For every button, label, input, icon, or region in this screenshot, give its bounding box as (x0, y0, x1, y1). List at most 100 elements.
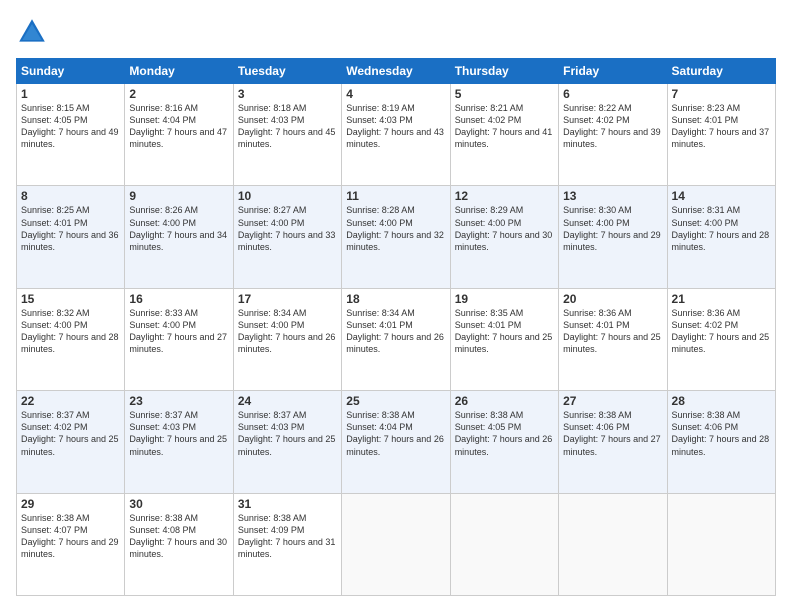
day-number: 16 (129, 292, 228, 306)
table-row: 4 Sunrise: 8:19 AM Sunset: 4:03 PM Dayli… (342, 84, 450, 186)
day-number: 24 (238, 394, 337, 408)
col-header-monday: Monday (125, 59, 233, 84)
table-row: 16 Sunrise: 8:33 AM Sunset: 4:00 PM Dayl… (125, 288, 233, 390)
table-row: 20 Sunrise: 8:36 AM Sunset: 4:01 PM Dayl… (559, 288, 667, 390)
table-row: 28 Sunrise: 8:38 AM Sunset: 4:06 PM Dayl… (667, 391, 775, 493)
day-number: 8 (21, 189, 120, 203)
day-info: Sunrise: 8:38 AM Sunset: 4:08 PM Dayligh… (129, 512, 228, 561)
col-header-saturday: Saturday (667, 59, 775, 84)
table-row (342, 493, 450, 595)
day-number: 28 (672, 394, 771, 408)
day-number: 12 (455, 189, 554, 203)
day-info: Sunrise: 8:31 AM Sunset: 4:00 PM Dayligh… (672, 204, 771, 253)
day-info: Sunrise: 8:26 AM Sunset: 4:00 PM Dayligh… (129, 204, 228, 253)
day-info: Sunrise: 8:38 AM Sunset: 4:09 PM Dayligh… (238, 512, 337, 561)
col-header-tuesday: Tuesday (233, 59, 341, 84)
day-info: Sunrise: 8:25 AM Sunset: 4:01 PM Dayligh… (21, 204, 120, 253)
day-info: Sunrise: 8:23 AM Sunset: 4:01 PM Dayligh… (672, 102, 771, 151)
table-row: 18 Sunrise: 8:34 AM Sunset: 4:01 PM Dayl… (342, 288, 450, 390)
day-info: Sunrise: 8:32 AM Sunset: 4:00 PM Dayligh… (21, 307, 120, 356)
page: SundayMondayTuesdayWednesdayThursdayFrid… (0, 0, 792, 612)
day-info: Sunrise: 8:38 AM Sunset: 4:05 PM Dayligh… (455, 409, 554, 458)
day-number: 19 (455, 292, 554, 306)
day-number: 11 (346, 189, 445, 203)
day-number: 22 (21, 394, 120, 408)
day-number: 10 (238, 189, 337, 203)
day-info: Sunrise: 8:35 AM Sunset: 4:01 PM Dayligh… (455, 307, 554, 356)
table-row: 30 Sunrise: 8:38 AM Sunset: 4:08 PM Dayl… (125, 493, 233, 595)
day-info: Sunrise: 8:21 AM Sunset: 4:02 PM Dayligh… (455, 102, 554, 151)
day-number: 14 (672, 189, 771, 203)
day-number: 23 (129, 394, 228, 408)
table-row: 12 Sunrise: 8:29 AM Sunset: 4:00 PM Dayl… (450, 186, 558, 288)
logo (16, 16, 52, 48)
table-row: 13 Sunrise: 8:30 AM Sunset: 4:00 PM Dayl… (559, 186, 667, 288)
col-header-wednesday: Wednesday (342, 59, 450, 84)
table-row: 14 Sunrise: 8:31 AM Sunset: 4:00 PM Dayl… (667, 186, 775, 288)
table-row: 26 Sunrise: 8:38 AM Sunset: 4:05 PM Dayl… (450, 391, 558, 493)
day-number: 1 (21, 87, 120, 101)
table-row: 27 Sunrise: 8:38 AM Sunset: 4:06 PM Dayl… (559, 391, 667, 493)
table-row: 9 Sunrise: 8:26 AM Sunset: 4:00 PM Dayli… (125, 186, 233, 288)
day-number: 25 (346, 394, 445, 408)
day-info: Sunrise: 8:29 AM Sunset: 4:00 PM Dayligh… (455, 204, 554, 253)
day-number: 9 (129, 189, 228, 203)
table-row (667, 493, 775, 595)
day-info: Sunrise: 8:38 AM Sunset: 4:06 PM Dayligh… (672, 409, 771, 458)
table-row (559, 493, 667, 595)
table-row: 1 Sunrise: 8:15 AM Sunset: 4:05 PM Dayli… (17, 84, 125, 186)
day-number: 20 (563, 292, 662, 306)
table-row: 25 Sunrise: 8:38 AM Sunset: 4:04 PM Dayl… (342, 391, 450, 493)
logo-icon (16, 16, 48, 48)
day-info: Sunrise: 8:28 AM Sunset: 4:00 PM Dayligh… (346, 204, 445, 253)
day-number: 13 (563, 189, 662, 203)
table-row: 23 Sunrise: 8:37 AM Sunset: 4:03 PM Dayl… (125, 391, 233, 493)
day-number: 15 (21, 292, 120, 306)
day-info: Sunrise: 8:36 AM Sunset: 4:01 PM Dayligh… (563, 307, 662, 356)
day-info: Sunrise: 8:37 AM Sunset: 4:03 PM Dayligh… (238, 409, 337, 458)
day-info: Sunrise: 8:30 AM Sunset: 4:00 PM Dayligh… (563, 204, 662, 253)
day-info: Sunrise: 8:36 AM Sunset: 4:02 PM Dayligh… (672, 307, 771, 356)
day-number: 27 (563, 394, 662, 408)
table-row: 8 Sunrise: 8:25 AM Sunset: 4:01 PM Dayli… (17, 186, 125, 288)
day-info: Sunrise: 8:22 AM Sunset: 4:02 PM Dayligh… (563, 102, 662, 151)
day-number: 3 (238, 87, 337, 101)
table-row: 2 Sunrise: 8:16 AM Sunset: 4:04 PM Dayli… (125, 84, 233, 186)
calendar-table: SundayMondayTuesdayWednesdayThursdayFrid… (16, 58, 776, 596)
day-info: Sunrise: 8:38 AM Sunset: 4:07 PM Dayligh… (21, 512, 120, 561)
day-number: 17 (238, 292, 337, 306)
day-number: 26 (455, 394, 554, 408)
table-row: 19 Sunrise: 8:35 AM Sunset: 4:01 PM Dayl… (450, 288, 558, 390)
day-info: Sunrise: 8:16 AM Sunset: 4:04 PM Dayligh… (129, 102, 228, 151)
table-row: 10 Sunrise: 8:27 AM Sunset: 4:00 PM Dayl… (233, 186, 341, 288)
day-number: 7 (672, 87, 771, 101)
day-info: Sunrise: 8:38 AM Sunset: 4:04 PM Dayligh… (346, 409, 445, 458)
day-info: Sunrise: 8:34 AM Sunset: 4:01 PM Dayligh… (346, 307, 445, 356)
day-number: 4 (346, 87, 445, 101)
table-row: 29 Sunrise: 8:38 AM Sunset: 4:07 PM Dayl… (17, 493, 125, 595)
day-info: Sunrise: 8:19 AM Sunset: 4:03 PM Dayligh… (346, 102, 445, 151)
day-number: 30 (129, 497, 228, 511)
day-number: 18 (346, 292, 445, 306)
col-header-thursday: Thursday (450, 59, 558, 84)
table-row: 31 Sunrise: 8:38 AM Sunset: 4:09 PM Dayl… (233, 493, 341, 595)
day-number: 6 (563, 87, 662, 101)
table-row: 17 Sunrise: 8:34 AM Sunset: 4:00 PM Dayl… (233, 288, 341, 390)
day-number: 21 (672, 292, 771, 306)
table-row: 24 Sunrise: 8:37 AM Sunset: 4:03 PM Dayl… (233, 391, 341, 493)
day-number: 29 (21, 497, 120, 511)
col-header-sunday: Sunday (17, 59, 125, 84)
day-info: Sunrise: 8:34 AM Sunset: 4:00 PM Dayligh… (238, 307, 337, 356)
day-info: Sunrise: 8:37 AM Sunset: 4:03 PM Dayligh… (129, 409, 228, 458)
table-row (450, 493, 558, 595)
table-row: 15 Sunrise: 8:32 AM Sunset: 4:00 PM Dayl… (17, 288, 125, 390)
table-row: 7 Sunrise: 8:23 AM Sunset: 4:01 PM Dayli… (667, 84, 775, 186)
table-row: 11 Sunrise: 8:28 AM Sunset: 4:00 PM Dayl… (342, 186, 450, 288)
table-row: 6 Sunrise: 8:22 AM Sunset: 4:02 PM Dayli… (559, 84, 667, 186)
table-row: 22 Sunrise: 8:37 AM Sunset: 4:02 PM Dayl… (17, 391, 125, 493)
day-number: 5 (455, 87, 554, 101)
day-number: 31 (238, 497, 337, 511)
col-header-friday: Friday (559, 59, 667, 84)
table-row: 3 Sunrise: 8:18 AM Sunset: 4:03 PM Dayli… (233, 84, 341, 186)
day-number: 2 (129, 87, 228, 101)
